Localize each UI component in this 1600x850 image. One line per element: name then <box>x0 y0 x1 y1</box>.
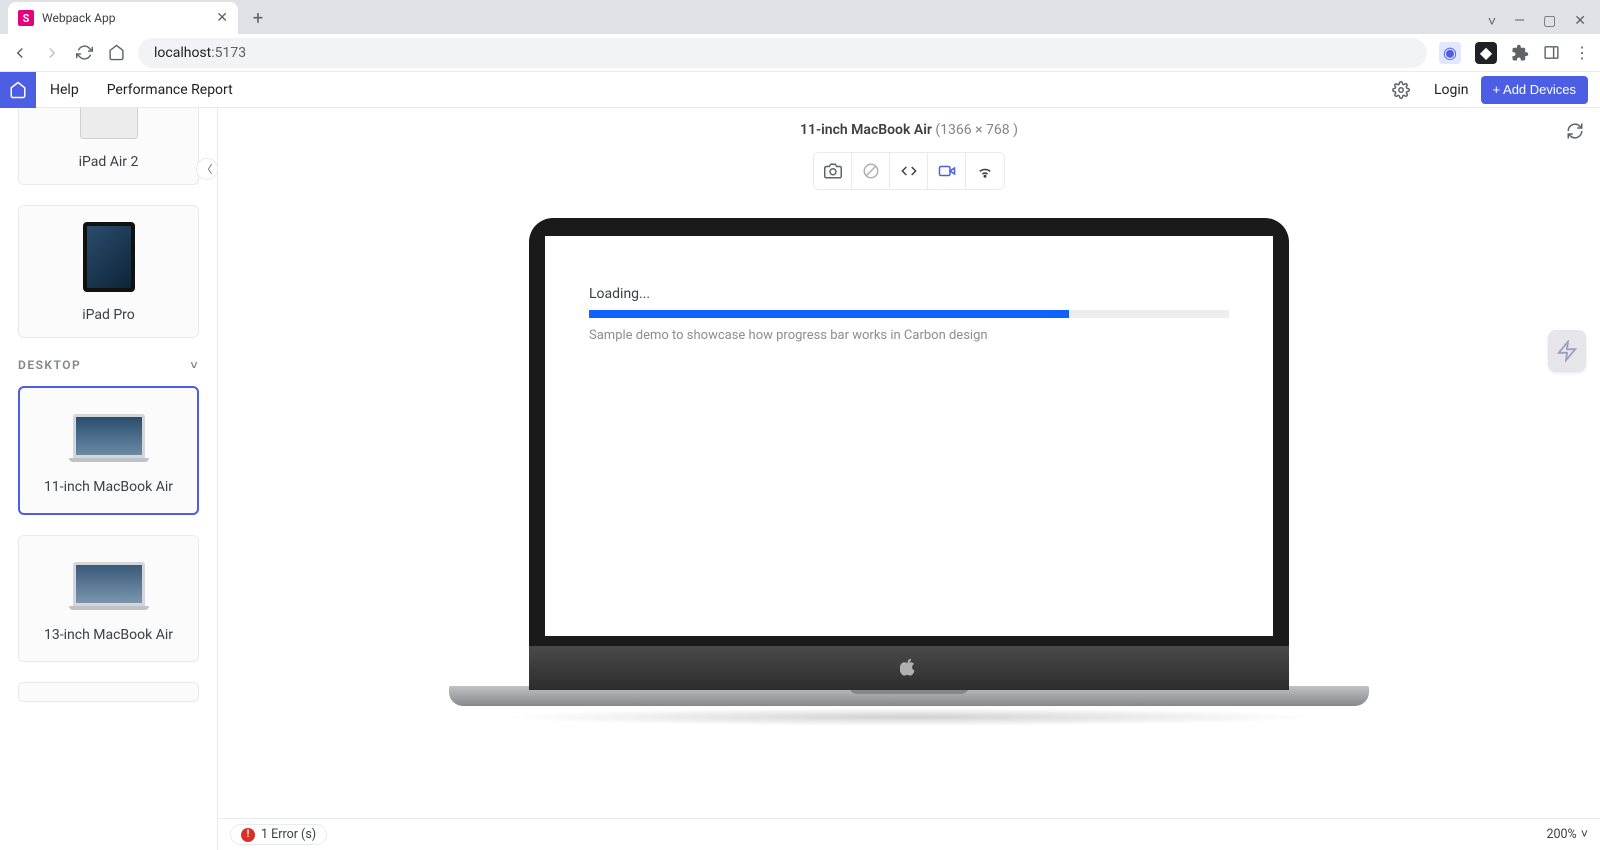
record-button[interactable] <box>928 153 966 189</box>
device-shadow <box>499 708 1319 726</box>
tab-favicon: S <box>18 10 34 26</box>
device-card-ipad-air2[interactable]: iPad Air 2 <box>18 108 199 185</box>
device-thumb <box>80 108 138 139</box>
device-card-next[interactable] <box>18 682 199 702</box>
preview-device-name: 11-inch MacBook Air <box>800 122 932 138</box>
extension-icons: ◉ ◆ ⋮ <box>1439 42 1590 64</box>
kebab-menu-icon[interactable]: ⋮ <box>1574 43 1590 62</box>
preview-header: 11-inch MacBook Air (1366 × 768 ) <box>218 108 1600 144</box>
preview-dimensions: (1366 × 768 ) <box>935 122 1018 138</box>
close-window-icon[interactable]: ✕ <box>1574 13 1586 30</box>
url-input[interactable]: localhost:5173 <box>138 38 1427 68</box>
device-label: 13-inch MacBook Air <box>44 626 173 645</box>
progress-label: Loading... <box>589 286 1229 302</box>
reload-icon[interactable] <box>74 43 94 63</box>
progress-fill <box>589 310 1069 318</box>
device-bezel: Loading... Sample demo to showcase how p… <box>529 218 1289 646</box>
url-port: :5173 <box>211 45 246 61</box>
sidebar-collapse-button[interactable]: 〈 <box>196 158 218 180</box>
panel-icon[interactable] <box>1543 44 1560 61</box>
app-toolbar: Help Performance Report Login + Add Devi… <box>0 72 1600 108</box>
progress-bar <box>589 310 1229 318</box>
workspace: 〈 iPad Air 2 iPad Pro DESKTOP ˅ 11-inch … <box>0 108 1600 850</box>
device-card-ipad-pro[interactable]: iPad Pro <box>18 205 199 338</box>
browser-tab[interactable]: S Webpack App ✕ <box>8 2 238 34</box>
login-link[interactable]: Login <box>1422 82 1481 98</box>
minimize-icon[interactable]: — <box>1514 13 1525 30</box>
tab-close-icon[interactable]: ✕ <box>216 10 228 26</box>
url-host: localhost <box>154 45 211 61</box>
preview-reload-icon[interactable] <box>1566 122 1584 140</box>
screenshot-button[interactable] <box>814 153 852 189</box>
home-icon[interactable] <box>106 43 126 63</box>
forward-icon[interactable] <box>42 43 62 63</box>
device-label: iPad Pro <box>82 306 135 325</box>
chevron-down-icon: ˅ <box>190 358 199 372</box>
device-card-macbook-air-13[interactable]: 13-inch MacBook Air <box>18 535 199 662</box>
side-widget-button[interactable] <box>1548 330 1586 372</box>
rotate-button[interactable] <box>852 153 890 189</box>
device-label: 11-inch MacBook Air <box>44 478 173 497</box>
device-frame: Loading... Sample demo to showcase how p… <box>449 218 1369 726</box>
device-chin <box>529 646 1289 690</box>
device-label: iPad Air 2 <box>79 153 139 172</box>
device-thumb <box>83 222 135 292</box>
app-home-button[interactable] <box>0 72 36 108</box>
performance-report-link[interactable]: Performance Report <box>93 82 247 98</box>
settings-gear-icon[interactable] <box>1380 81 1422 99</box>
section-title: DESKTOP <box>18 358 81 372</box>
extension-icon-2[interactable]: ◆ <box>1475 42 1497 64</box>
device-thumb <box>69 412 149 464</box>
preview-canvas: 11-inch MacBook Air (1366 × 768 ) <box>218 108 1600 850</box>
device-sidebar[interactable]: 〈 iPad Air 2 iPad Pro DESKTOP ˅ 11-inch … <box>0 108 218 850</box>
device-screen: Loading... Sample demo to showcase how p… <box>545 236 1273 636</box>
zoom-control[interactable]: 200% ˅ <box>1546 827 1588 842</box>
add-devices-button[interactable]: + Add Devices <box>1481 76 1588 104</box>
preview-toolbar <box>218 152 1600 190</box>
apple-logo-icon <box>900 658 918 678</box>
maximize-icon[interactable]: ▢ <box>1543 13 1556 30</box>
extensions-puzzle-icon[interactable] <box>1511 44 1529 62</box>
chevron-down-icon: ˅ <box>1581 827 1588 842</box>
window-controls: ˅ — ▢ ✕ <box>1488 13 1600 34</box>
devtools-button[interactable] <box>890 153 928 189</box>
zoom-value: 200% <box>1546 827 1576 842</box>
browser-tabstrip: S Webpack App ✕ + ˅ — ▢ ✕ <box>0 0 1600 34</box>
error-label: 1 Error (s) <box>261 827 316 842</box>
chevron-down-icon[interactable]: ˅ <box>1488 13 1496 30</box>
device-thumb <box>69 560 149 612</box>
help-link[interactable]: Help <box>36 82 93 98</box>
tab-title: Webpack App <box>42 11 208 25</box>
section-header-desktop[interactable]: DESKTOP ˅ <box>18 358 199 372</box>
extension-icon-1[interactable]: ◉ <box>1439 42 1461 64</box>
back-icon[interactable] <box>10 43 30 63</box>
error-chip[interactable]: ! 1 Error (s) <box>230 824 327 845</box>
device-card-macbook-air-11[interactable]: 11-inch MacBook Air <box>18 386 199 515</box>
browser-address-bar: localhost:5173 ◉ ◆ ⋮ <box>0 34 1600 72</box>
progress-helper-text: Sample demo to showcase how progress bar… <box>589 328 1229 343</box>
new-tab-button[interactable]: + <box>244 4 272 32</box>
network-button[interactable] <box>966 153 1004 189</box>
error-icon: ! <box>241 828 255 842</box>
status-bar: ! 1 Error (s) 200% ˅ <box>218 818 1600 850</box>
